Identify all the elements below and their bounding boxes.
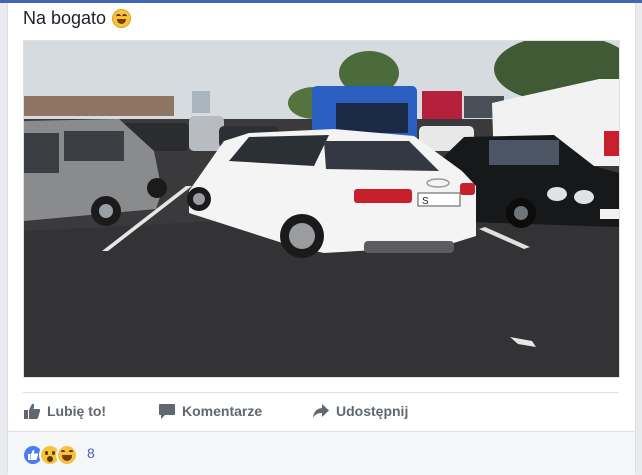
post-photo[interactable]: S — [23, 40, 620, 378]
share-label: Udostępnij — [336, 403, 409, 419]
actions-divider — [23, 392, 619, 393]
laughing-emoji-icon — [112, 8, 132, 28]
reaction-count[interactable]: 8 — [87, 445, 95, 461]
comment-button[interactable]: Komentarze — [158, 396, 262, 426]
parking-lot-image: S — [24, 41, 619, 377]
reactions-bar: 8 — [8, 431, 635, 475]
like-label: Lubię to! — [47, 403, 107, 419]
like-button[interactable]: Lubię to! — [23, 396, 106, 426]
post-card: Na bogato S Lubię to! Komentarze Udostęp… — [7, 3, 636, 475]
share-button[interactable]: Udostępnij — [312, 396, 408, 426]
share-icon — [313, 404, 329, 418]
reaction-icons[interactable] — [22, 444, 78, 466]
svg-text:S: S — [422, 196, 429, 207]
thumbs-up-icon — [24, 403, 41, 419]
post-actions: Lubię to! Komentarze Udostępnij — [23, 396, 619, 426]
post-text: Na bogato — [23, 8, 107, 28]
comment-icon — [159, 404, 175, 419]
haha-reaction-icon — [56, 444, 78, 466]
comment-label: Komentarze — [182, 403, 263, 419]
post-message: Na bogato — [23, 6, 132, 30]
